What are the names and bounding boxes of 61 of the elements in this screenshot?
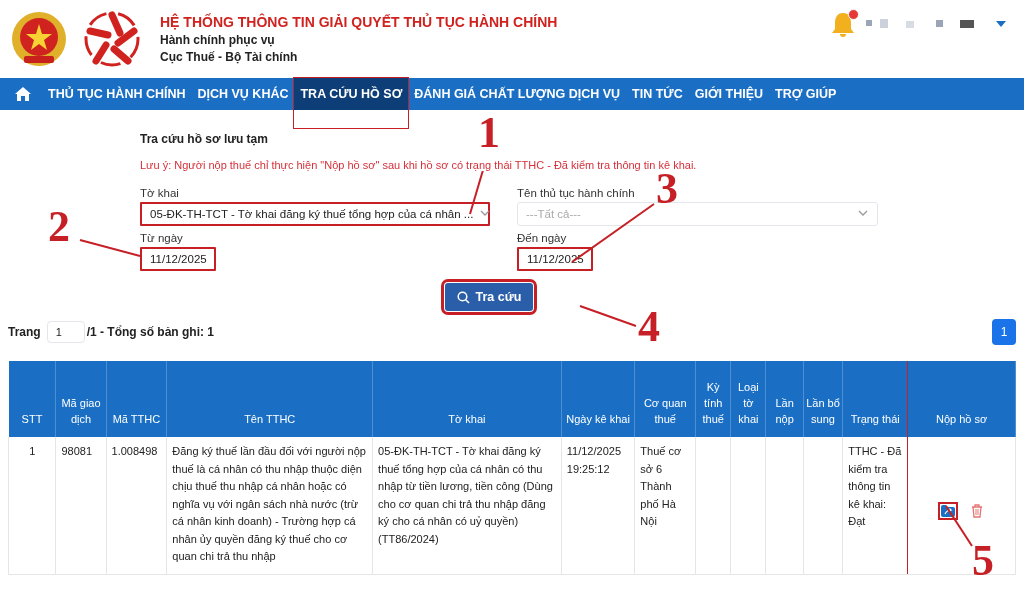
column-header: Mã TTHC: [106, 361, 167, 437]
nav-tab[interactable]: GIỚI THIỆU: [688, 78, 770, 110]
page-button[interactable]: 1: [992, 319, 1016, 345]
leader-line: [945, 505, 973, 547]
page-field[interactable]: 1: [46, 321, 85, 343]
caret-icon: [996, 20, 1006, 28]
column-header: Loại tờ khai: [730, 361, 766, 437]
callout-number: 2: [48, 212, 70, 242]
table-cell: 11/12/2025 19:25:12: [566, 445, 622, 475]
record-count: /1 - Tổng số bản ghi: 1: [86, 325, 214, 339]
callout-number: 5: [972, 546, 994, 576]
search-icon: [456, 290, 470, 304]
column-header: Mã giao dịch: [55, 361, 107, 437]
date-field[interactable]: 11/12/2025: [140, 247, 216, 271]
nav-tab[interactable]: DỊCH VỤ KHÁC: [191, 78, 295, 110]
form-heading: Tra cứu hồ sơ lưu tạm: [140, 132, 269, 146]
table-cell: Đăng ký thuế lần đầu đối với người nộp thuế là cá nhân có thu nhập thuộc diện chịu thuế thu nhập cá nhân hoặc có nghĩa vụ với ngân sách nhà nước (trừ cá nhân kinh doanh) - Trường hợp cá nhân ủy quyền đăng ký thuế cho cơ quan chi trả thu nhập: [172, 445, 366, 562]
star-logo-icon: [82, 9, 142, 69]
field-label: Đến ngày: [517, 232, 567, 244]
field-label: Tờ khai: [140, 187, 179, 199]
warning-note: Lưu ý: Người nộp thuế chỉ thực hiện "Nộp hồ sơ" sau khi hồ sơ có trạng thái TTHC - Đã kiểm tra thông tin kê khai.: [140, 159, 697, 171]
nav-tab[interactable]: ĐÁNH GIÁ CHẤT LƯỢNG DỊCH VỤ: [408, 78, 627, 110]
home-icon: [14, 86, 32, 102]
chevron-icon: [858, 210, 868, 216]
date-field[interactable]: 11/12/2025: [517, 247, 593, 271]
emblem-icon: [10, 10, 68, 68]
page-label: Trang: [8, 325, 41, 339]
field-label: Từ ngày: [140, 232, 183, 244]
column-header: STT: [8, 361, 56, 437]
callout-number: 1: [478, 118, 500, 148]
table-cell: 98081: [61, 445, 93, 457]
column-header: Lần nộp: [765, 361, 804, 437]
column-header: Tờ khai: [372, 361, 562, 437]
column-header: Kỳ tính thuế: [695, 361, 731, 437]
table-cell: Thuế cơ sở 6 Thành phố Hà Nội: [640, 445, 682, 527]
table-cell: 1.008498: [111, 445, 158, 457]
table-cell: 05-ĐK-TH-TCT - Tờ khai đăng ký thuế tổng hợp của cá nhân có thu nhập từ tiền lương, tiền công (Dùng cho cơ quan chi trả thu nhập đăng ký cho cá nhân có uỷ quyền) (TT86/2024): [378, 445, 553, 545]
nav-tab[interactable]: THỦ TỤC HÀNH CHÍNH: [42, 78, 192, 110]
column-header: Tên TTHC: [166, 361, 373, 437]
notification-dot: [848, 9, 859, 20]
nav-tab[interactable]: TRỢ GIÚP: [769, 78, 843, 110]
bell-icon: [830, 10, 856, 38]
leader-line: [579, 305, 637, 327]
agency-name: Cục Thuế - Bộ Tài chính: [160, 50, 299, 64]
column-header: Lần bổ sung: [803, 361, 843, 437]
callout-number: 3: [656, 174, 678, 204]
column-header: Nộp hồ sơ: [907, 361, 1016, 437]
system-subtitle: Hành chính phục vụ: [160, 33, 276, 47]
column-header: Cơ quan thuế: [634, 361, 696, 437]
system-title: HỆ THỐNG THÔNG TIN GIẢI QUYẾT THỦ TỤC HÀNH CHÍNH: [160, 14, 558, 30]
callout-number: 4: [638, 312, 660, 342]
folder-upload-icon[interactable]: [937, 502, 958, 520]
column-header: Trạng thái: [842, 361, 908, 437]
chevron-icon: [480, 210, 490, 216]
leader-line: [79, 239, 141, 257]
table-cell: TTHC - Đã kiểm tra thông tin kê khai: Đạt: [848, 445, 902, 527]
column-header: Ngày kê khai: [561, 361, 635, 437]
dropdown-field[interactable]: 05-ĐK-TH-TCT - Tờ khai đăng ký thuế tổng hợp của cá nhân ...: [140, 202, 490, 226]
field-label: Tên thủ tục hành chính: [517, 187, 635, 199]
table-cell: 1: [29, 445, 36, 457]
nav-tab[interactable]: TIN TỨC: [626, 78, 689, 110]
